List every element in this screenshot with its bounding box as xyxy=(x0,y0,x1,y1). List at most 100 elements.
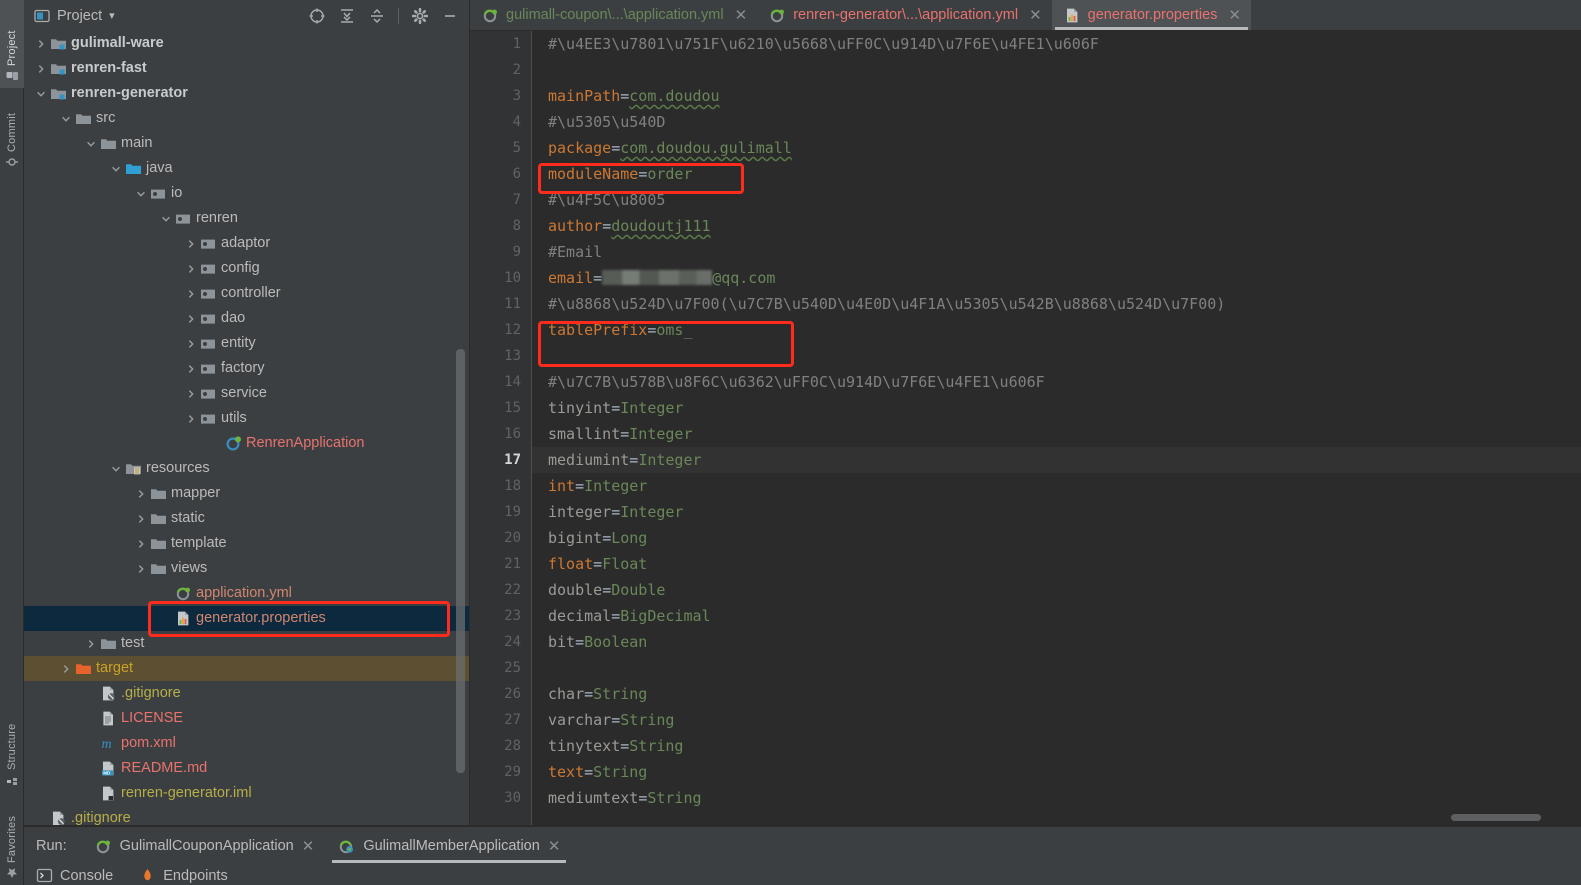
editor-text[interactable]: #\u4EE3\u7801\u751F\u6210\u5668\uFF0C\u9… xyxy=(532,31,1581,826)
tree-node[interactable]: gulimall-ware xyxy=(24,31,469,56)
tree-node[interactable]: renren-generator.iml xyxy=(24,781,469,806)
run-subtab[interactable]: Endpoints xyxy=(139,867,228,884)
tree-node[interactable]: static xyxy=(24,506,469,531)
tree-node[interactable]: RenrenApplication xyxy=(24,431,469,456)
tree-node[interactable]: .gitignore xyxy=(24,806,469,826)
chevron-right-icon[interactable] xyxy=(184,331,198,356)
toolwindow-button-project[interactable]: Project xyxy=(0,0,24,88)
code-line[interactable] xyxy=(532,57,1581,83)
tree-node[interactable]: test xyxy=(24,631,469,656)
code-line[interactable]: integer=Integer xyxy=(532,499,1581,525)
code-line[interactable]: float=Float xyxy=(532,551,1581,577)
run-subtab-row[interactable]: Console Endpoints xyxy=(24,865,1581,885)
tree-node[interactable]: .gitignore xyxy=(24,681,469,706)
code-line[interactable]: moduleName=order xyxy=(532,161,1581,187)
chevron-down-icon[interactable] xyxy=(109,456,123,481)
code-editor[interactable]: 1 2 3 4 5 6 7 8 9 10 11 12 13 14 15 16 17 18 19 20 21 22 23 24 2… xyxy=(470,31,1581,826)
tree-node[interactable]: resources xyxy=(24,456,469,481)
code-line[interactable]: email= @qq.com xyxy=(532,265,1581,291)
chevron-down-icon[interactable] xyxy=(34,81,48,106)
close-icon[interactable]: ✕ xyxy=(548,837,561,855)
chevron-down-icon[interactable] xyxy=(134,181,148,206)
editor-tab-bar[interactable]: gulimall-coupon\...\application.yml ✕ renr… xyxy=(470,0,1581,31)
tree-node[interactable]: application.yml xyxy=(24,581,469,606)
chevron-right-icon[interactable] xyxy=(184,381,198,406)
tree-node[interactable]: factory xyxy=(24,356,469,381)
code-line[interactable]: tinytext=String xyxy=(532,733,1581,759)
run-subtab[interactable]: Console xyxy=(36,867,113,884)
tree-node[interactable]: main xyxy=(24,131,469,156)
run-config-tab[interactable]: GulimallCouponApplication ✕ xyxy=(83,827,327,865)
chevron-down-icon[interactable] xyxy=(159,206,173,231)
code-line[interactable]: double=Double xyxy=(532,577,1581,603)
code-line[interactable]: tablePrefix=oms_ xyxy=(532,317,1581,343)
close-icon[interactable]: ✕ xyxy=(735,6,748,24)
toolwindow-button-favorites[interactable]: Favorites xyxy=(0,794,24,885)
chevron-right-icon[interactable] xyxy=(84,631,98,656)
code-line[interactable]: mainPath=com.doudou xyxy=(532,83,1581,109)
tree-node[interactable]: target xyxy=(24,656,469,681)
chevron-right-icon[interactable] xyxy=(184,256,198,281)
code-line[interactable]: mediumint=Integer xyxy=(532,447,1581,473)
tree-node[interactable]: config xyxy=(24,256,469,281)
tree-node-selected[interactable]: generator.properties xyxy=(24,606,469,631)
chevron-right-icon[interactable] xyxy=(134,506,148,531)
editor-tab[interactable]: renren-generator\...\application.yml ✕ xyxy=(757,0,1051,30)
editor-tab[interactable]: generator.properties ✕ xyxy=(1051,0,1251,30)
code-line[interactable]: int=Integer xyxy=(532,473,1581,499)
tree-node[interactable]: src xyxy=(24,106,469,131)
chevron-right-icon[interactable] xyxy=(184,281,198,306)
code-line[interactable]: varchar=String xyxy=(532,707,1581,733)
chevron-right-icon[interactable] xyxy=(184,356,198,381)
horizontal-scrollbar[interactable] xyxy=(1451,814,1541,821)
code-line[interactable]: #\u7C7B\u578B\u8F6C\u6362\uFF0C\u914D\u7… xyxy=(532,369,1581,395)
tree-node[interactable]: template xyxy=(24,531,469,556)
tree-node[interactable]: entity xyxy=(24,331,469,356)
code-line[interactable]: char=String xyxy=(532,681,1581,707)
gear-icon[interactable] xyxy=(411,7,429,25)
code-line[interactable]: tinyint=Integer xyxy=(532,395,1581,421)
chevron-down-icon[interactable] xyxy=(109,156,123,181)
tree-node[interactable]: MD README.md xyxy=(24,756,469,781)
code-line[interactable]: #\u5305\u540D xyxy=(532,109,1581,135)
tree-node[interactable]: renren-fast xyxy=(24,56,469,81)
close-icon[interactable]: ✕ xyxy=(1228,6,1241,24)
minimize-icon[interactable] xyxy=(441,7,459,25)
code-line[interactable]: author=doudoutj111 xyxy=(532,213,1581,239)
chevron-right-icon[interactable] xyxy=(184,231,198,256)
toolwindow-button-structure[interactable]: Structure xyxy=(0,700,24,792)
code-line[interactable]: smallint=Integer xyxy=(532,421,1581,447)
tree-node[interactable]: controller xyxy=(24,281,469,306)
code-line[interactable]: #\u8868\u524D\u7F00(\u7C7B\u540D\u4E0D\u… xyxy=(532,291,1581,317)
code-line[interactable] xyxy=(532,343,1581,369)
tree-node[interactable]: m pom.xml xyxy=(24,731,469,756)
chevron-right-icon[interactable] xyxy=(34,31,48,56)
chevron-right-icon[interactable] xyxy=(34,56,48,81)
tree-node[interactable]: utils xyxy=(24,406,469,431)
tree-node[interactable]: renren xyxy=(24,206,469,231)
tree-node[interactable]: renren-generator xyxy=(24,81,469,106)
chevron-right-icon[interactable] xyxy=(134,481,148,506)
tree-node[interactable]: views xyxy=(24,556,469,581)
code-line[interactable]: package=com.doudou.gulimall xyxy=(532,135,1581,161)
tree-node[interactable]: LICENSE xyxy=(24,706,469,731)
close-icon[interactable]: ✕ xyxy=(1029,6,1042,24)
expand-all-icon[interactable] xyxy=(338,7,356,25)
code-line[interactable]: #\u4F5C\u8005 xyxy=(532,187,1581,213)
project-tree-scrollbar[interactable] xyxy=(456,349,465,773)
code-line[interactable] xyxy=(532,655,1581,681)
tree-node[interactable]: dao xyxy=(24,306,469,331)
toolwindow-button-commit[interactable]: Commit xyxy=(0,90,24,174)
editor-tab[interactable]: gulimall-coupon\...\application.yml ✕ xyxy=(470,0,757,30)
chevron-right-icon[interactable] xyxy=(184,306,198,331)
tree-node[interactable]: io xyxy=(24,181,469,206)
chevron-right-icon[interactable] xyxy=(59,656,73,681)
chevron-down-icon[interactable] xyxy=(84,131,98,156)
code-line[interactable]: decimal=BigDecimal xyxy=(532,603,1581,629)
editor-gutter[interactable]: 1 2 3 4 5 6 7 8 9 10 11 12 13 14 15 16 17 18 19 20 21 22 23 24 2… xyxy=(470,31,532,826)
locate-icon[interactable] xyxy=(308,7,326,25)
code-line[interactable]: mediumtext=String xyxy=(532,785,1581,811)
code-line[interactable]: bit=Boolean xyxy=(532,629,1581,655)
close-icon[interactable]: ✕ xyxy=(302,837,315,855)
run-config-tab[interactable]: GulimallMemberApplication ✕ xyxy=(326,827,572,865)
